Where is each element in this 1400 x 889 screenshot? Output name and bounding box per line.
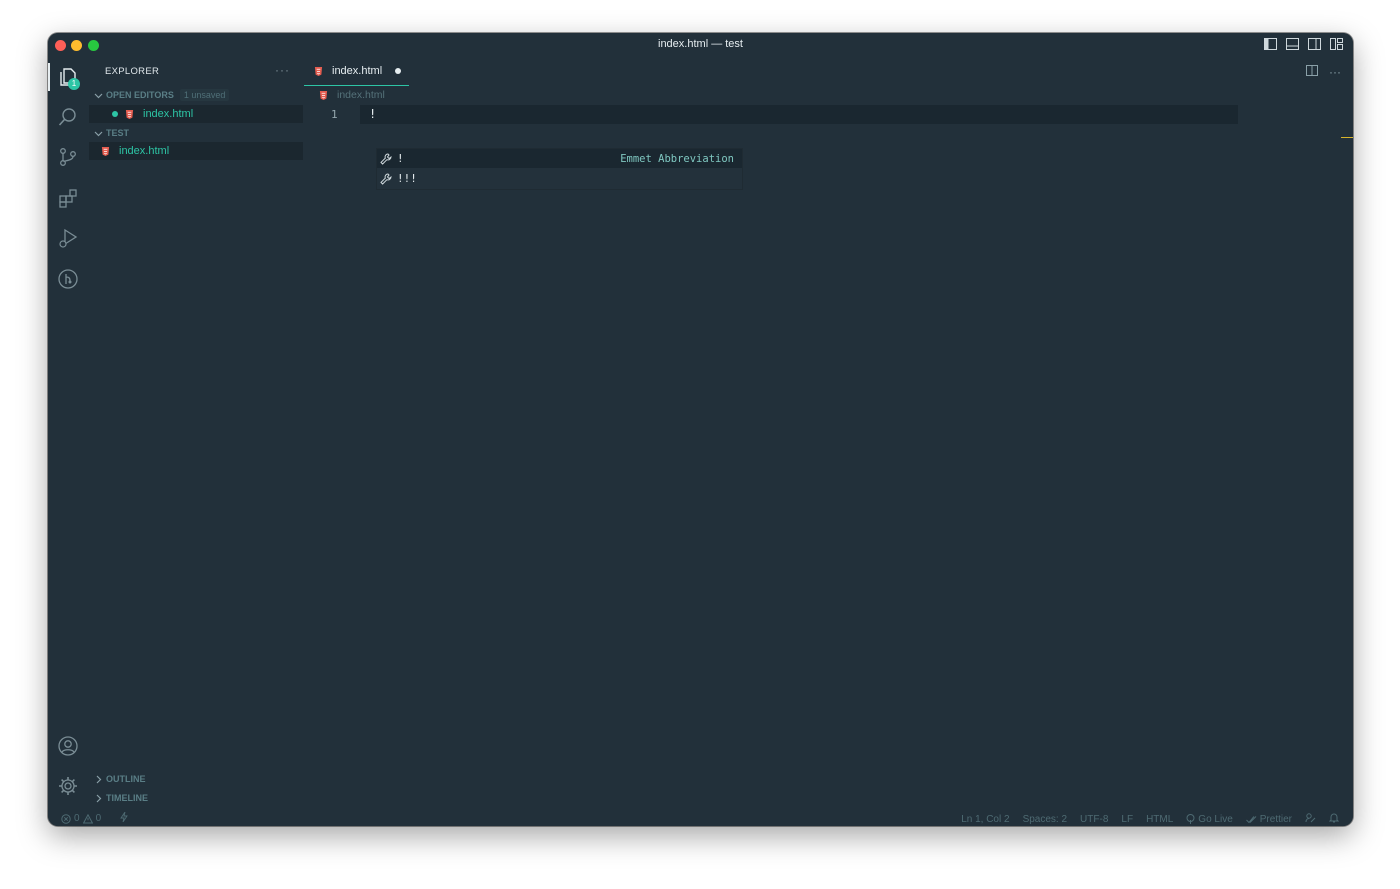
suggestion-label: !!! — [397, 172, 417, 185]
open-editor-item[interactable]: index.html — [89, 105, 303, 123]
folder-file-item[interactable]: index.html — [89, 142, 303, 160]
run-debug-icon — [59, 228, 78, 248]
suggestion-item[interactable]: ! Emmet Abbreviation — [377, 149, 742, 168]
error-count: 0 — [74, 813, 80, 824]
suggestion-item[interactable]: !!! — [377, 169, 742, 188]
account-icon — [58, 736, 78, 756]
outline-header[interactable]: OUTLINE — [88, 770, 304, 788]
prettier-label: Prettier — [1259, 813, 1292, 825]
source-control-activity-button[interactable] — [48, 139, 88, 175]
overview-ruler-mark — [1341, 137, 1353, 138]
editor-area: index.html ··· index.html 1 ! ! Emmet Ab… — [304, 57, 1353, 810]
vscode-window: index.html — test 1 EXPLORER ··· OPEN ED… — [48, 33, 1353, 826]
chevron-down-icon — [93, 90, 103, 100]
language-mode[interactable]: HTML — [1146, 814, 1173, 825]
window-title: index.html — test — [658, 38, 743, 50]
encoding[interactable]: UTF-8 — [1080, 814, 1108, 825]
accounts-activity-button[interactable] — [48, 728, 88, 764]
title-bar: index.html — test — [48, 33, 1353, 57]
manage-activity-button[interactable] — [48, 768, 88, 804]
wrench-icon — [380, 172, 392, 185]
editor-tab[interactable]: index.html — [304, 57, 409, 86]
lightning-icon[interactable] — [120, 811, 128, 825]
end-of-line[interactable]: LF — [1121, 814, 1133, 825]
folder-filename: index.html — [119, 145, 170, 157]
status-left: 0 0 — [61, 811, 128, 825]
split-editor-icon[interactable] — [1306, 65, 1318, 79]
double-check-icon — [1245, 815, 1257, 823]
folder-label: TEST — [106, 128, 130, 138]
run-debug-activity-button[interactable] — [48, 220, 88, 256]
open-editors-header[interactable]: OPEN EDITORS 1 unsaved — [88, 86, 304, 104]
prettier-button[interactable]: Prettier — [1245, 813, 1292, 825]
git-graph-icon — [58, 269, 78, 289]
explorer-sidebar: EXPLORER ··· OPEN EDITORS 1 unsaved inde… — [88, 57, 304, 810]
unsaved-badge: 1 unsaved — [179, 89, 230, 101]
line-number: 1 — [331, 108, 338, 121]
customize-layout-icon[interactable] — [1330, 38, 1343, 50]
code-text[interactable]: ! — [369, 107, 376, 121]
gear-icon — [59, 777, 77, 795]
unsaved-dot-icon — [112, 111, 118, 117]
warning-icon — [82, 813, 93, 823]
explorer-more-actions-button[interactable]: ··· — [275, 63, 290, 77]
folder-header[interactable]: TEST — [88, 124, 304, 142]
html-file-icon — [101, 146, 110, 156]
search-icon — [58, 108, 76, 126]
open-editors-label: OPEN EDITORS — [106, 90, 174, 100]
status-bar: 0 0 Ln 1, Col 2 Spaces: 2 UTF-8 LF HTML … — [48, 810, 1353, 826]
editor-actions: ··· — [1306, 65, 1341, 79]
editor-more-actions-button[interactable]: ··· — [1329, 65, 1341, 79]
breadcrumb-file[interactable]: index.html — [337, 89, 385, 101]
open-editor-filename: index.html — [143, 108, 194, 120]
unsaved-dot-icon[interactable] — [395, 68, 401, 74]
suggestion-widget: ! Emmet Abbreviation !!! — [376, 148, 743, 190]
chevron-right-icon — [93, 774, 103, 784]
current-line-highlight — [360, 105, 1238, 124]
toggle-secondary-sidebar-icon[interactable] — [1308, 38, 1321, 50]
outline-label: OUTLINE — [106, 774, 146, 784]
toggle-primary-sidebar-icon[interactable] — [1264, 38, 1277, 50]
timeline-header[interactable]: TIMELINE — [88, 789, 304, 807]
indentation[interactable]: Spaces: 2 — [1023, 814, 1067, 825]
go-live-button[interactable]: Go Live — [1186, 813, 1233, 825]
breadcrumb: index.html — [319, 89, 385, 101]
cursor-position[interactable]: Ln 1, Col 2 — [961, 814, 1009, 825]
html-file-icon — [319, 90, 328, 100]
source-control-icon — [60, 148, 76, 166]
activity-bar: 1 — [48, 57, 88, 810]
problems-indicator[interactable]: 0 0 — [61, 813, 101, 824]
html-file-icon — [314, 66, 323, 76]
extensions-activity-button[interactable] — [48, 180, 88, 216]
html-file-icon — [125, 109, 134, 119]
toggle-panel-icon[interactable] — [1286, 38, 1299, 50]
explorer-title: EXPLORER — [105, 66, 160, 77]
error-icon — [61, 813, 71, 824]
suggestion-detail: Emmet Abbreviation — [620, 152, 734, 165]
suggestion-label: ! — [397, 152, 404, 165]
tab-label: index.html — [332, 65, 383, 77]
extensions-icon — [59, 189, 77, 208]
warning-count: 0 — [95, 813, 102, 824]
wrench-icon — [380, 152, 392, 165]
explorer-badge: 1 — [68, 78, 80, 90]
bell-icon[interactable] — [1328, 812, 1340, 826]
layout-controls — [1264, 38, 1343, 50]
chevron-down-icon — [93, 128, 103, 138]
timeline-label: TIMELINE — [106, 793, 148, 803]
feedback-icon[interactable] — [1305, 812, 1316, 826]
go-live-label: Go Live — [1198, 813, 1233, 825]
status-right: Ln 1, Col 2 Spaces: 2 UTF-8 LF HTML Go L… — [961, 812, 1340, 826]
explorer-activity-button[interactable]: 1 — [48, 59, 88, 95]
broadcast-icon — [1186, 814, 1195, 824]
search-activity-button[interactable] — [48, 99, 88, 135]
gitlens-activity-button[interactable] — [48, 261, 88, 297]
chevron-right-icon — [93, 793, 103, 803]
